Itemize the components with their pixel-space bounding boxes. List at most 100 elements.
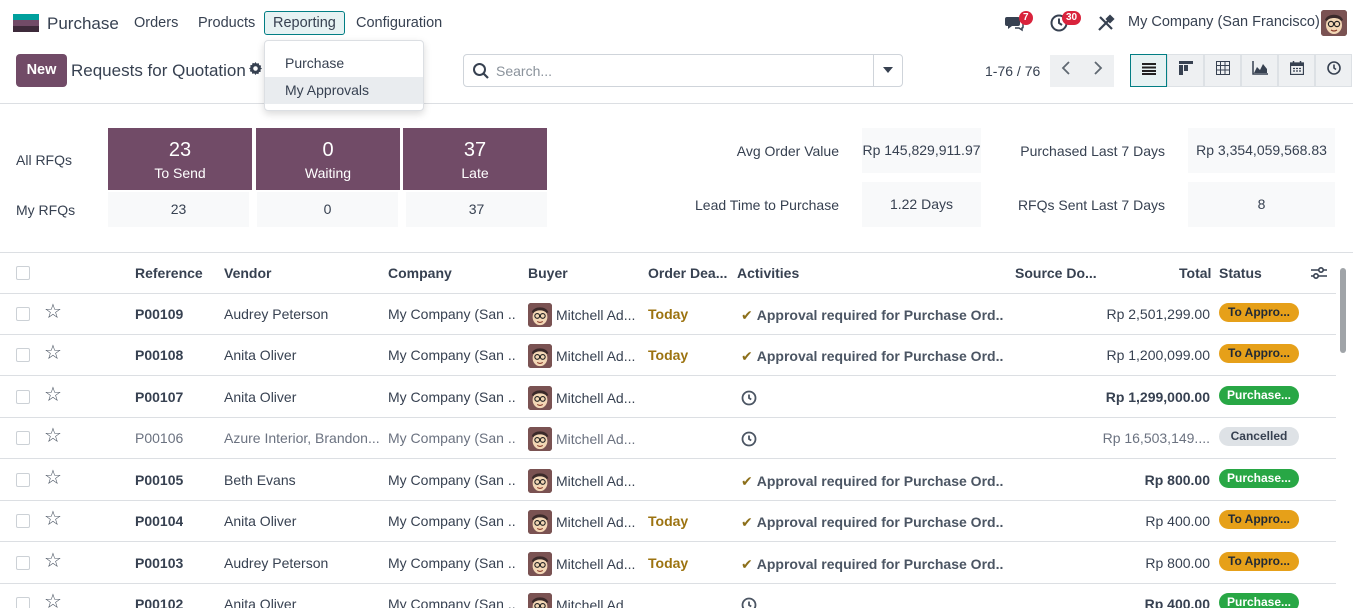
dropdown-item-my-approvals[interactable]: My Approvals xyxy=(265,77,423,104)
activity-summary[interactable]: ✔ Approval required for Purchase Ord... xyxy=(741,473,1003,490)
tile-label: Waiting xyxy=(304,165,352,181)
row-checkbox[interactable] xyxy=(16,348,30,362)
column-header-vendor[interactable]: Vendor xyxy=(224,265,271,281)
pager-previous-button[interactable] xyxy=(1050,55,1082,87)
column-header-status[interactable]: Status xyxy=(1219,265,1262,281)
reporting-dropdown: Purchase My Approvals xyxy=(264,40,424,111)
view-graph-button[interactable] xyxy=(1241,54,1278,87)
total-cell: Rp 1,299,000.00 xyxy=(1105,389,1210,405)
buyer-avatar xyxy=(528,510,552,534)
star-icon[interactable]: ☆ xyxy=(44,385,62,405)
star-icon[interactable]: ☆ xyxy=(44,592,62,608)
my-waiting-count[interactable]: 0 xyxy=(257,192,398,227)
status-badge: Purchase... xyxy=(1219,593,1299,608)
column-header-total[interactable]: Total xyxy=(1179,265,1211,281)
view-list-button[interactable] xyxy=(1130,54,1167,87)
table-row[interactable]: ☆ P00104 Anita Oliver My Company (San ... Mi… xyxy=(0,501,1336,542)
column-header-activities[interactable]: Activities xyxy=(737,265,799,281)
star-icon[interactable]: ☆ xyxy=(44,426,62,446)
buyer-avatar xyxy=(528,344,552,368)
pivot-table-icon xyxy=(1215,61,1230,75)
view-pivot-button[interactable] xyxy=(1204,54,1241,87)
top-navbar: Purchase Orders Products Reporting Confi… xyxy=(0,0,1353,46)
company-switcher[interactable]: My Company (San Francisco) xyxy=(1128,14,1320,30)
vertical-scrollbar[interactable] xyxy=(1338,258,1348,608)
company-cell: My Company (San ... xyxy=(388,430,516,446)
row-checkbox[interactable] xyxy=(16,597,30,608)
star-icon[interactable]: ☆ xyxy=(44,551,62,571)
buyer-cell: Mitchell Ad... xyxy=(556,473,636,489)
pager-value[interactable]: 1-76 / 76 xyxy=(985,63,1040,79)
table-row[interactable]: ☆ P00106 Azure Interior, Brandon... My Comp… xyxy=(0,418,1336,459)
tile-late[interactable]: 37 Late xyxy=(403,128,547,190)
area-chart-icon xyxy=(1251,61,1268,75)
buyer-cell: Mitchell Ad... xyxy=(556,597,636,608)
buyer-avatar xyxy=(528,386,552,410)
search-options-toggle[interactable] xyxy=(873,55,902,86)
caret-down-icon xyxy=(883,67,893,73)
search-bar xyxy=(463,54,903,87)
view-activity-button[interactable] xyxy=(1315,54,1352,87)
column-header-source-document[interactable]: Source Do... xyxy=(1015,265,1097,281)
table-row[interactable]: ☆ P00105 Beth Evans My Company (San ... Mitc… xyxy=(0,460,1336,501)
app-name[interactable]: Purchase xyxy=(47,14,119,34)
star-icon[interactable]: ☆ xyxy=(44,509,62,529)
table-row[interactable]: ☆ P00107 Anita Oliver My Company (San ... Mi… xyxy=(0,377,1336,418)
table-row[interactable]: ☆ P00102 Anita Oliver My Company (San ... Mi… xyxy=(0,584,1336,608)
column-header-order-deadline[interactable]: Order Dea... xyxy=(648,265,727,281)
kpi-avg-order-value: Rp 145,829,911.97 xyxy=(862,128,981,173)
star-icon[interactable]: ☆ xyxy=(44,468,62,488)
activity-clock-icon[interactable] xyxy=(741,597,757,608)
user-avatar[interactable] xyxy=(1321,10,1347,36)
activity-clock-icon[interactable] xyxy=(741,431,757,447)
star-icon[interactable]: ☆ xyxy=(44,302,62,322)
vendor-cell: Anita Oliver xyxy=(224,513,297,529)
activity-summary[interactable]: ✔ Approval required for Purchase Ord... xyxy=(741,307,1003,324)
check-icon: ✔ xyxy=(741,473,753,489)
tile-to-send[interactable]: 23 To Send xyxy=(108,128,252,190)
my-to-send-count[interactable]: 23 xyxy=(108,192,249,227)
menu-reporting[interactable]: Reporting xyxy=(264,11,345,35)
total-cell: Rp 400.00 xyxy=(1144,596,1210,608)
activity-summary[interactable]: ✔ Approval required for Purchase Ord... xyxy=(741,556,1003,573)
star-icon[interactable]: ☆ xyxy=(44,343,62,363)
view-calendar-button[interactable] xyxy=(1278,54,1315,87)
select-all-checkbox[interactable] xyxy=(16,266,30,280)
menu-products[interactable]: Products xyxy=(190,11,263,35)
menu-configuration[interactable]: Configuration xyxy=(348,11,450,35)
row-checkbox[interactable] xyxy=(16,307,30,321)
my-late-count[interactable]: 37 xyxy=(406,192,547,227)
deadline-cell: Today xyxy=(648,306,689,322)
activity-clock-icon[interactable] xyxy=(741,390,757,406)
buyer-avatar xyxy=(528,427,552,451)
status-badge: To Appro... xyxy=(1219,344,1299,363)
scrollbar-thumb[interactable] xyxy=(1340,268,1346,353)
gear-icon[interactable] xyxy=(249,62,262,78)
total-cell: Rp 800.00 xyxy=(1145,555,1210,571)
column-header-company[interactable]: Company xyxy=(388,265,452,281)
tile-waiting[interactable]: 0 Waiting xyxy=(256,128,400,190)
table-row[interactable]: ☆ P00109 Audrey Peterson My Company (San ..… xyxy=(0,294,1336,335)
table-row[interactable]: ☆ P00108 Anita Oliver My Company (San ... Mi… xyxy=(0,335,1336,376)
row-checkbox[interactable] xyxy=(16,390,30,404)
table-row[interactable]: ☆ P00103 Audrey Peterson My Company (San ..… xyxy=(0,543,1336,584)
row-checkbox[interactable] xyxy=(16,514,30,528)
reference-cell: P00106 xyxy=(135,430,184,446)
menu-orders[interactable]: Orders xyxy=(126,11,186,35)
row-checkbox[interactable] xyxy=(16,431,30,445)
purchase-app-icon[interactable] xyxy=(13,14,39,32)
row-checkbox[interactable] xyxy=(16,556,30,570)
view-kanban-button[interactable] xyxy=(1167,54,1204,87)
calendar-icon xyxy=(1289,61,1304,76)
dropdown-item-purchase[interactable]: Purchase xyxy=(265,50,423,77)
tools-icon[interactable] xyxy=(1097,14,1115,35)
activity-summary[interactable]: ✔ Approval required for Purchase Ord... xyxy=(741,514,1003,531)
activity-summary[interactable]: ✔ Approval required for Purchase Ord... xyxy=(741,348,1003,365)
optional-columns-icon[interactable] xyxy=(1311,266,1327,283)
column-header-buyer[interactable]: Buyer xyxy=(528,265,568,281)
row-checkbox[interactable] xyxy=(16,473,30,487)
pager-next-button[interactable] xyxy=(1082,55,1114,87)
column-header-reference[interactable]: Reference xyxy=(135,265,203,281)
search-input[interactable] xyxy=(496,61,866,81)
new-button[interactable]: New xyxy=(16,54,67,87)
